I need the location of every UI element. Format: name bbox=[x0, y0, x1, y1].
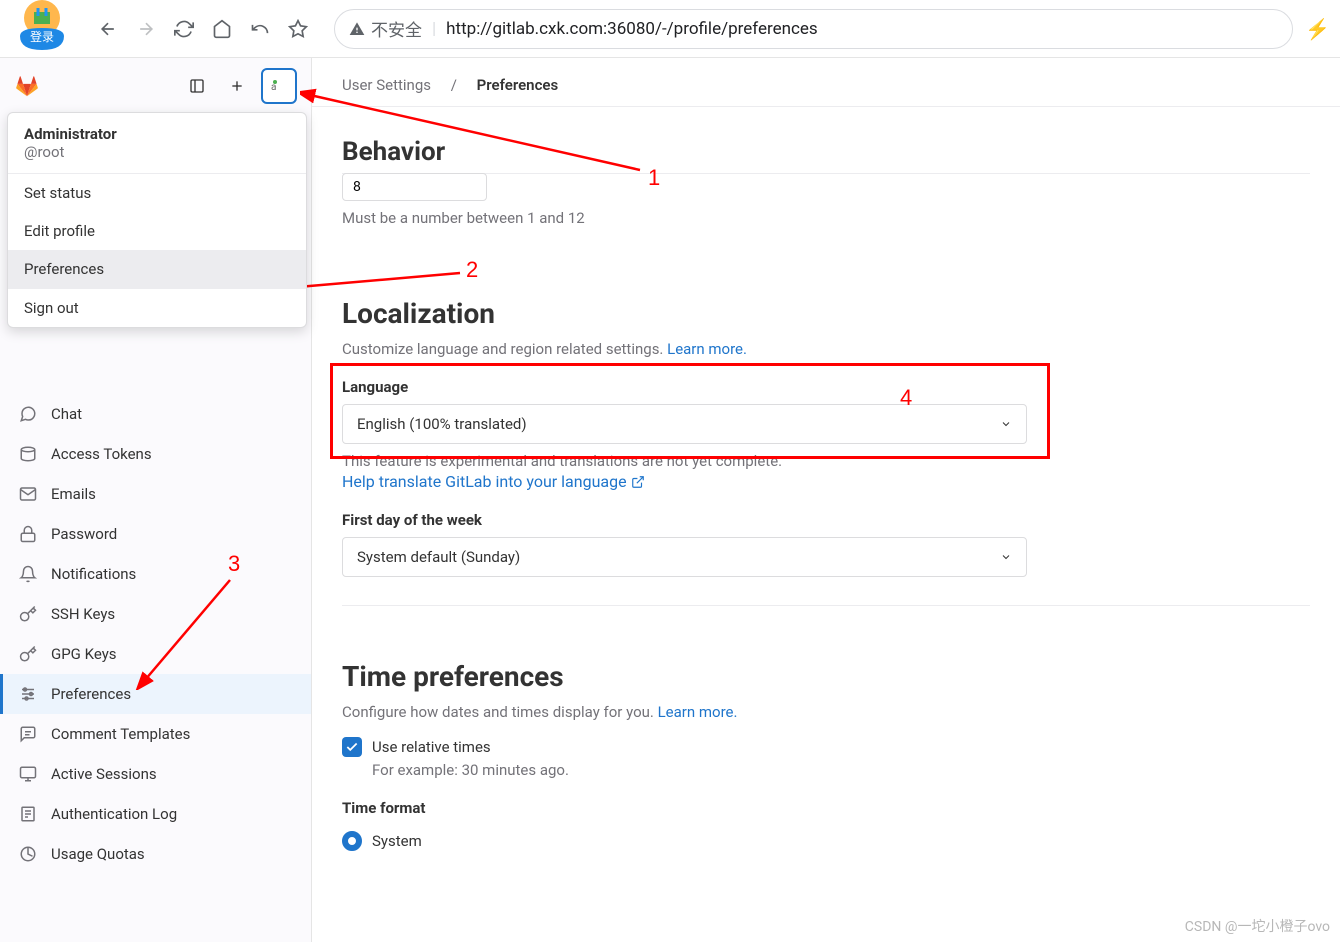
language-label: Language bbox=[342, 378, 1310, 396]
sidebar-item-chat[interactable]: Chat bbox=[0, 394, 311, 434]
dropdown-sign-out[interactable]: Sign out bbox=[8, 289, 306, 327]
main-content: User Settings / Preferences Behavior Mus… bbox=[312, 58, 1340, 942]
sidebar-header: a bbox=[0, 58, 311, 114]
annotation-num-3: 3 bbox=[228, 551, 240, 577]
undo-button[interactable] bbox=[242, 11, 278, 47]
back-button[interactable] bbox=[90, 11, 126, 47]
checkbox-checked-icon[interactable] bbox=[342, 737, 362, 757]
plus-icon[interactable] bbox=[221, 70, 253, 102]
behavior-help-text: Must be a number between 1 and 12 bbox=[342, 209, 1310, 227]
user-dropdown: Administrator @root Set status Edit prof… bbox=[7, 112, 307, 328]
radio-selected-icon[interactable] bbox=[342, 831, 362, 851]
dropdown-header: Administrator @root bbox=[8, 113, 306, 174]
browser-login-badge[interactable]: 登录 bbox=[10, 0, 74, 50]
sidebar-item-password[interactable]: Password bbox=[0, 514, 311, 554]
dow-label: First day of the week bbox=[342, 511, 1310, 529]
localization-learn-more-link[interactable]: Learn more. bbox=[667, 340, 747, 358]
home-button[interactable] bbox=[204, 11, 240, 47]
bookmark-button[interactable] bbox=[280, 11, 316, 47]
address-bar[interactable]: 不安全 | http://gitlab.cxk.com:36080/-/prof… bbox=[334, 9, 1293, 49]
time-heading: Time preferences bbox=[342, 660, 1310, 693]
watermark: CSDN @一坨小橙子ovo bbox=[1185, 916, 1330, 936]
user-avatar-button[interactable]: a bbox=[261, 68, 297, 104]
nav-buttons bbox=[90, 11, 316, 47]
sidebar-item-auth-log[interactable]: Authentication Log bbox=[0, 794, 311, 834]
dropdown-preferences[interactable]: Preferences bbox=[8, 250, 306, 288]
panel-icon[interactable] bbox=[181, 70, 213, 102]
external-link-icon bbox=[631, 475, 645, 489]
relative-times-sub: For example: 30 minutes ago. bbox=[372, 761, 1310, 779]
translate-link[interactable]: Help translate GitLab into your language bbox=[342, 472, 645, 491]
login-text: 登录 bbox=[30, 28, 54, 45]
lightning-icon[interactable]: ⚡ bbox=[1305, 17, 1330, 41]
localization-heading: Localization bbox=[342, 297, 1310, 330]
time-format-system-label: System bbox=[372, 832, 422, 850]
annotation-num-4: 4 bbox=[900, 385, 912, 411]
dropdown-handle: @root bbox=[24, 143, 290, 161]
security-warning: 不安全 bbox=[349, 16, 422, 41]
browser-toolbar: 登录 不安全 | http://gitlab.cxk.com:36080/-/p… bbox=[0, 0, 1340, 58]
time-format-label: Time format bbox=[342, 799, 1310, 817]
sidebar-item-usage-quotas[interactable]: Usage Quotas bbox=[0, 834, 311, 874]
time-section: Time preferences Configure how dates and… bbox=[312, 636, 1340, 881]
url-text: http://gitlab.cxk.com:36080/-/profile/pr… bbox=[446, 19, 818, 39]
dow-select[interactable]: System default (Sunday) bbox=[342, 537, 1027, 577]
annotation-arrow-1 bbox=[300, 85, 650, 180]
time-desc: Configure how dates and times display fo… bbox=[342, 703, 1310, 721]
language-note: This feature is experimental and transla… bbox=[342, 452, 1310, 470]
forward-button[interactable] bbox=[128, 11, 164, 47]
sidebar-item-access-tokens[interactable]: Access Tokens bbox=[0, 434, 311, 474]
localization-desc: Customize language and region related se… bbox=[342, 340, 1310, 358]
sidebar-item-comment-templates[interactable]: Comment Templates bbox=[0, 714, 311, 754]
time-learn-more-link[interactable]: Learn more. bbox=[658, 703, 738, 721]
chevron-down-icon bbox=[1000, 551, 1012, 563]
time-format-system-row[interactable]: System bbox=[342, 831, 1310, 851]
localization-section: Localization Customize language and regi… bbox=[312, 257, 1340, 636]
dropdown-username: Administrator bbox=[24, 125, 290, 143]
dropdown-edit-profile[interactable]: Edit profile bbox=[8, 212, 306, 250]
relative-times-row[interactable]: Use relative times bbox=[342, 737, 1310, 757]
gitlab-logo-icon bbox=[14, 73, 40, 99]
sidebar-item-active-sessions[interactable]: Active Sessions bbox=[0, 754, 311, 794]
dropdown-set-status[interactable]: Set status bbox=[8, 174, 306, 212]
language-select[interactable]: English (100% translated) bbox=[342, 404, 1027, 444]
relative-times-label: Use relative times bbox=[372, 738, 491, 756]
chevron-down-icon bbox=[1000, 418, 1012, 430]
reload-button[interactable] bbox=[166, 11, 202, 47]
sidebar-item-emails[interactable]: Emails bbox=[0, 474, 311, 514]
addr-separator: | bbox=[432, 19, 436, 39]
annotation-arrow-3 bbox=[135, 575, 245, 690]
